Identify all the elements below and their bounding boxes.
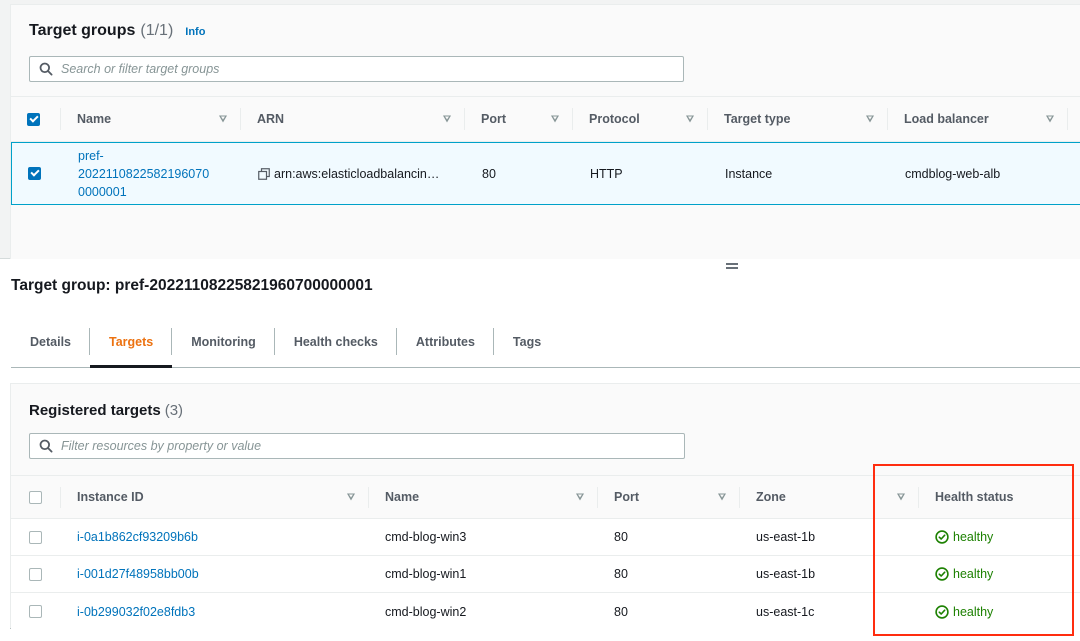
sort-icon[interactable]: [576, 493, 584, 501]
column-header-health-status[interactable]: Health status: [919, 476, 1079, 518]
sort-icon[interactable]: [686, 115, 694, 123]
target-groups-title: Target groups: [29, 22, 136, 39]
instance-id-link[interactable]: i-0a1b862cf93209b6b: [77, 530, 198, 544]
health-status: healthy: [935, 605, 993, 619]
tab-targets[interactable]: Targets: [90, 326, 173, 368]
port-cell: 80: [614, 530, 628, 544]
health-status: healthy: [935, 567, 993, 581]
target-groups-count: (1/1): [140, 22, 174, 39]
row-checkbox[interactable]: [29, 567, 42, 581]
check-circle-icon: [935, 567, 949, 581]
target-groups-container: Target groups (1/1) Info Name ARN: [10, 4, 1080, 259]
select-all-cell: [11, 476, 61, 518]
column-header-instance-id[interactable]: Instance ID: [61, 476, 369, 518]
registered-targets-count: (3): [164, 402, 184, 419]
registered-targets-title: Registered targets: [29, 402, 161, 419]
row-select-cell: [12, 143, 62, 204]
target-group-detail-title: Target group: pref-202211082258219607000…: [11, 277, 373, 294]
sort-icon[interactable]: [718, 493, 726, 501]
sort-icon[interactable]: [1046, 115, 1054, 123]
column-header-name[interactable]: Name: [369, 476, 598, 518]
sort-icon[interactable]: [551, 115, 559, 123]
row-checkbox[interactable]: [28, 167, 41, 180]
copy-icon[interactable]: [258, 167, 270, 180]
sort-icon[interactable]: [443, 115, 451, 123]
tab-tags[interactable]: Tags: [494, 326, 560, 357]
search-icon: [39, 439, 53, 453]
health-status-cell: healthy: [919, 593, 1079, 630]
column-header-zone[interactable]: Zone: [740, 476, 919, 518]
table-row[interactable]: i-001d27f48958bb00b cmd-blog-win1 80 us-…: [11, 556, 1080, 593]
instance-name-cell: cmd-blog-win3: [385, 530, 467, 544]
target-groups-table-header: Name ARN Port Protocol Target type Load …: [11, 96, 1080, 142]
row-checkbox[interactable]: [29, 605, 42, 618]
sort-icon[interactable]: [866, 115, 874, 123]
zone-cell: us-east-1b: [756, 530, 816, 544]
target-groups-pane: Target groups (1/1) Info Name ARN: [0, 0, 1080, 259]
info-link[interactable]: Info: [185, 26, 205, 38]
select-all-checkbox[interactable]: [27, 112, 40, 126]
column-header-target-type[interactable]: Target type: [708, 97, 888, 141]
table-row[interactable]: i-0a1b862cf93209b6b cmd-blog-win3 80 us-…: [11, 519, 1080, 556]
target-group-name-link[interactable]: pref- 2022110822582196070 0000001: [78, 147, 209, 201]
split-pane-resize-handle[interactable]: [726, 263, 738, 271]
check-circle-icon: [935, 530, 949, 544]
tab-attributes[interactable]: Attributes: [397, 326, 494, 357]
port-cell: 80: [482, 166, 496, 181]
instance-id-link[interactable]: i-0b299032f02e8fdb3: [77, 605, 195, 619]
target-group-name-cell: pref- 2022110822582196070 0000001: [62, 143, 242, 204]
column-header-protocol[interactable]: Protocol: [573, 97, 708, 141]
tab-details[interactable]: Details: [11, 326, 90, 357]
health-status-cell: healthy: [919, 556, 1079, 592]
registered-targets-header: Registered targets (3): [29, 402, 183, 419]
select-all-checkbox[interactable]: [29, 490, 42, 504]
target-groups-search[interactable]: [29, 56, 684, 82]
check-circle-icon: [935, 604, 949, 619]
detail-tabs: Details Targets Monitoring Health checks…: [11, 326, 1080, 368]
column-header-port[interactable]: Port: [465, 97, 573, 141]
target-type-cell: Instance: [725, 166, 773, 181]
sort-icon[interactable]: [897, 493, 905, 501]
sort-icon[interactable]: [347, 493, 355, 501]
table-row[interactable]: pref- 2022110822582196070 0000001 arn:aw…: [11, 142, 1080, 205]
port-cell: 80: [614, 604, 628, 619]
registered-targets-table-header: Instance ID Name Port Zone Health status: [11, 475, 1080, 519]
tab-monitoring[interactable]: Monitoring: [172, 326, 275, 357]
column-header-name[interactable]: Name: [61, 97, 241, 141]
instance-id-link[interactable]: i-001d27f48958bb00b: [77, 567, 199, 581]
health-status-cell: healthy: [919, 519, 1079, 555]
target-groups-search-input[interactable]: [61, 62, 641, 76]
target-groups-header: Target groups (1/1) Info: [29, 22, 205, 40]
registered-targets-filter-input[interactable]: [61, 439, 642, 453]
protocol-cell: HTTP: [590, 166, 623, 181]
select-all-cell: [11, 97, 61, 141]
column-header-port[interactable]: Port: [598, 476, 740, 518]
column-header-load-balancer[interactable]: Load balancer: [888, 97, 1068, 141]
search-icon: [39, 62, 53, 76]
table-row[interactable]: i-0b299032f02e8fdb3 cmd-blog-win2 80 us-…: [11, 593, 1080, 630]
health-status: healthy: [935, 530, 993, 544]
sort-icon[interactable]: [219, 115, 227, 123]
arn-cell: arn:aws:elasticloadbalancin…: [242, 143, 466, 204]
zone-cell: us-east-1c: [756, 604, 815, 619]
registered-targets-container: Registered targets (3) Instance ID Name …: [10, 383, 1080, 630]
instance-name-cell: cmd-blog-win2: [385, 604, 467, 619]
instance-name-cell: cmd-blog-win1: [385, 567, 467, 581]
port-cell: 80: [614, 567, 628, 581]
row-checkbox[interactable]: [29, 530, 42, 544]
arn-value: arn:aws:elasticloadbalancin…: [274, 166, 440, 181]
registered-targets-filter[interactable]: [29, 433, 685, 459]
tab-health-checks[interactable]: Health checks: [275, 326, 397, 357]
column-header-arn[interactable]: ARN: [241, 97, 465, 141]
load-balancer-cell: cmdblog-web-alb: [905, 166, 1001, 181]
zone-cell: us-east-1b: [756, 567, 816, 581]
